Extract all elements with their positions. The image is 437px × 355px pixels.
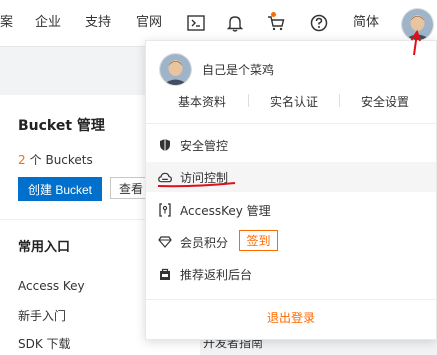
cloud-icon [158,170,172,184]
bell-icon[interactable] [225,13,245,33]
common-entries-title: 常用入口 [18,240,71,255]
link-access-key[interactable]: Access Key [18,279,85,293]
menu-item-security-control[interactable]: 安全管控 [146,130,436,160]
logout-link[interactable]: 退出登录 [146,309,436,326]
nav-item-official-site[interactable]: 官网 [136,15,162,31]
user-avatar[interactable] [401,8,434,41]
menu-label: 会员积分 [180,236,229,250]
divider [146,123,436,124]
nav-item-enterprise[interactable]: 企业 [35,15,61,31]
menu-label: 访问控制 [180,171,229,185]
user-dropdown-menu: 自己是个菜鸡 基本资料 实名认证 安全设置 安全管控 访问控制 AccessKe… [145,40,437,340]
language-switch[interactable]: 简体 [353,15,379,31]
bucket-count: 2个 Buckets [18,151,93,168]
bag-icon [158,267,172,281]
divider [146,299,436,300]
menu-label: 推荐返利后台 [180,268,253,282]
nav-item-support[interactable]: 支持 [85,15,111,31]
nav-item-partial[interactable]: 案 [0,15,13,31]
cart-icon[interactable] [266,13,286,33]
bucket-title: Bucket 管理 [18,118,105,134]
terminal-icon[interactable] [186,13,206,33]
menu-label: 安全管控 [180,139,229,153]
shield-icon [158,138,172,152]
link-sdk-download[interactable]: SDK 下载 [18,335,71,352]
dropdown-avatar [159,53,192,86]
diamond-icon [158,235,172,249]
link-getting-started[interactable]: 新手入门 [18,307,66,324]
bucket-count-label: 个 Buckets [29,153,93,167]
menu-item-accesskey-management[interactable]: AccessKey 管理 [146,195,436,225]
menu-label: AccessKey 管理 [180,204,271,218]
username: 自己是个菜鸡 [202,63,275,77]
sign-in-button[interactable]: 签到 [239,230,278,251]
help-icon[interactable] [309,13,329,33]
menu-item-member-points[interactable]: 会员积分 签到 [146,227,436,257]
link-profile[interactable]: 基本资料 [178,93,226,110]
key-icon [158,203,172,217]
create-bucket-button[interactable]: 创建 Bucket [18,177,102,201]
menu-item-referral-backend[interactable]: 推荐返利后台 [146,259,436,289]
link-security-settings[interactable]: 安全设置 [361,93,409,110]
menu-item-access-control[interactable]: 访问控制 [146,162,436,192]
link-real-name-auth[interactable]: 实名认证 [270,93,318,110]
bucket-count-number[interactable]: 2 [18,153,26,167]
separator [339,94,340,107]
separator [248,94,249,107]
